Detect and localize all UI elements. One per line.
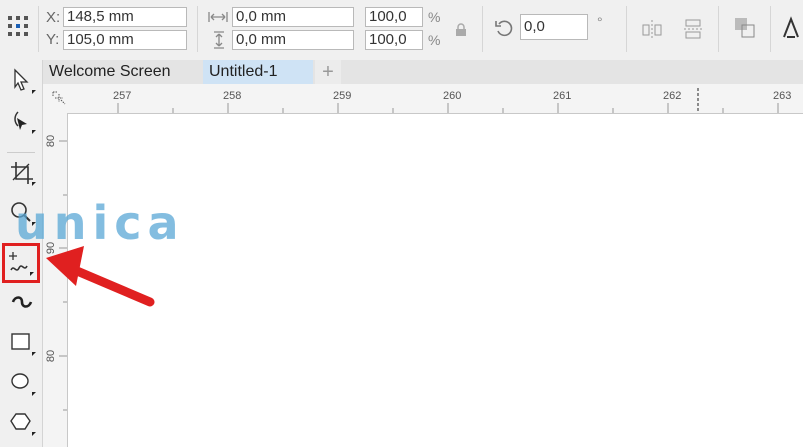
scale-y-field[interactable]: 100,0 <box>365 30 423 50</box>
ruler-tick-label: 261 <box>553 90 572 102</box>
horizontal-ruler-ticks <box>117 88 779 113</box>
y-position-field[interactable]: 105,0 mm <box>63 30 187 50</box>
degree-label: ° <box>597 14 603 30</box>
artistic-media-tool-icon[interactable] <box>7 288 37 318</box>
crop-tool-icon[interactable] <box>7 158 37 188</box>
percent-y-label: % <box>428 32 441 48</box>
new-tab-button[interactable]: + <box>315 60 341 84</box>
x-position-field[interactable]: 148,5 mm <box>63 7 187 27</box>
width-field[interactable]: 0,0 mm <box>232 7 354 27</box>
outline-pen-icon[interactable] <box>780 15 802 41</box>
ruler-tick-label: 80 <box>45 349 58 363</box>
ruler-tick-label: 80 <box>45 134 58 148</box>
pick-tool-icon[interactable] <box>7 66 37 96</box>
ruler-tick-label: 257 <box>113 90 132 102</box>
width-icon <box>208 10 228 24</box>
ruler-origin-icon[interactable] <box>51 90 67 106</box>
percent-x-label: % <box>428 9 441 25</box>
rotate-icon <box>494 18 514 38</box>
convert-to-curves-icon[interactable] <box>732 15 758 41</box>
rotation-field[interactable]: 0,0 <box>520 14 588 40</box>
ruler-tick-label: 262 <box>663 90 682 102</box>
y-label: Y: <box>46 31 60 48</box>
polygon-tool-icon[interactable] <box>7 408 37 438</box>
ruler-tick-label: 259 <box>333 90 352 102</box>
height-icon <box>212 31 226 49</box>
horizontal-ruler: 257 258 259 260 261 262 263 <box>43 84 803 114</box>
ruler-tick-label: 263 <box>773 90 792 102</box>
drawing-canvas[interactable] <box>68 114 803 447</box>
x-label: X: <box>46 9 61 26</box>
freehand-tool-icon[interactable] <box>5 248 35 278</box>
ruler-tick-label: 258 <box>223 90 242 102</box>
red-arrow-annotation <box>46 246 155 307</box>
mirror-vertical-icon[interactable] <box>682 17 706 41</box>
document-tabs: Welcome Screen Untitled-1 + <box>43 60 803 84</box>
shape-tool-icon[interactable] <box>7 106 37 136</box>
toolbox <box>0 60 43 447</box>
mirror-horizontal-icon[interactable] <box>640 17 664 41</box>
property-bar: X: 148,5 mm Y: 105,0 mm 0,0 mm 0,0 mm 10… <box>0 0 803 61</box>
scale-x-field[interactable]: 100,0 <box>365 7 423 27</box>
tab-welcome-screen[interactable]: Welcome Screen <box>43 60 201 84</box>
lock-ratio-icon[interactable] <box>455 23 467 37</box>
tab-untitled-1[interactable]: Untitled-1 <box>203 60 313 84</box>
ellipse-tool-icon[interactable] <box>7 368 37 398</box>
height-field[interactable]: 0,0 mm <box>232 30 354 50</box>
reference-point-icon[interactable] <box>6 14 30 38</box>
ruler-tick-label: 260 <box>443 90 462 102</box>
rectangle-tool-icon[interactable] <box>7 328 37 358</box>
